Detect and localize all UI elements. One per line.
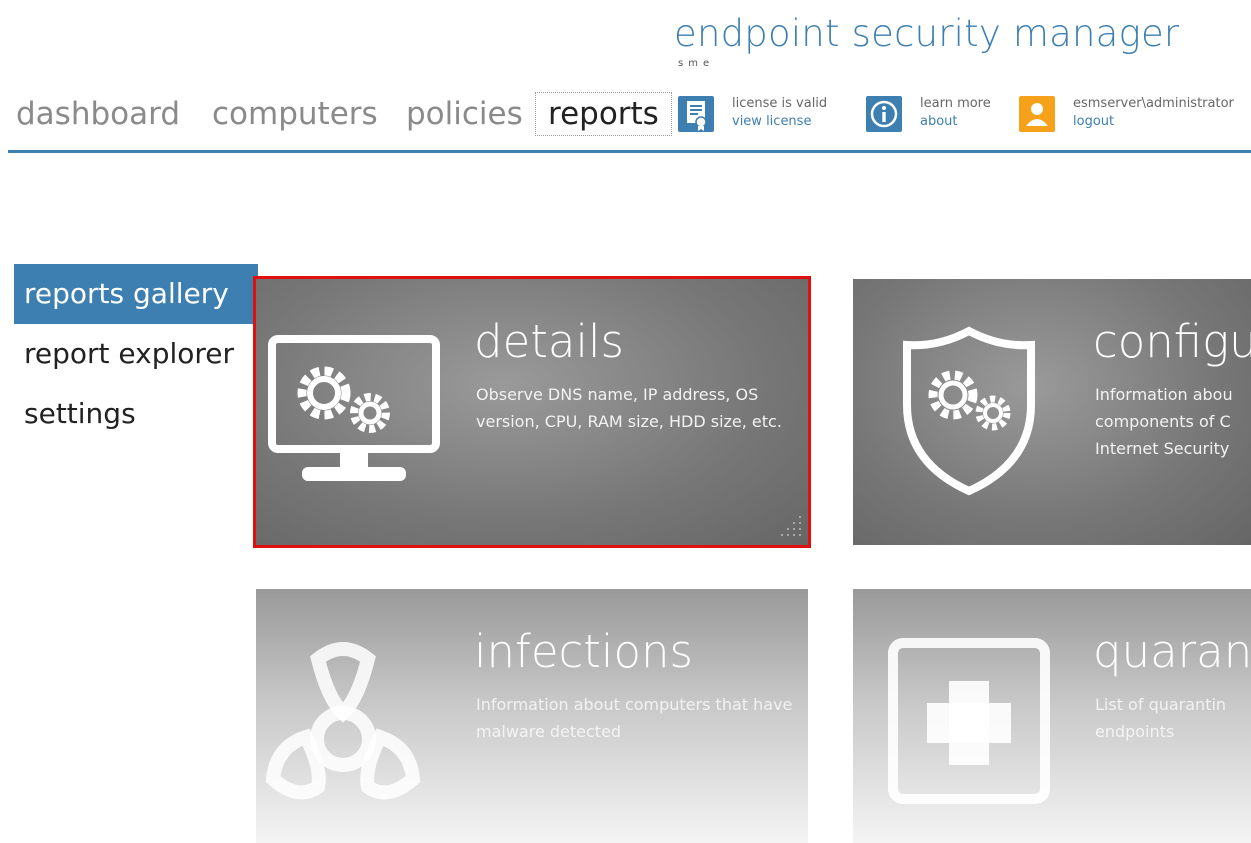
learn-more-text: learn more: [920, 96, 991, 111]
username-text: esmserver\administrator: [1073, 96, 1234, 111]
view-license-link[interactable]: view license: [732, 113, 827, 131]
certificate-icon[interactable]: [678, 96, 714, 132]
medical-cross-icon: [888, 638, 1050, 804]
about-status: learn more about: [920, 95, 991, 131]
tile-title: configu: [1093, 315, 1251, 368]
biohazard-icon: [265, 642, 421, 800]
app-subtitle: sme: [678, 58, 715, 69]
tile-infections[interactable]: infections Information about computers t…: [256, 589, 808, 843]
header-divider: [8, 150, 1251, 153]
nav-reports[interactable]: reports: [535, 92, 672, 136]
tile-title: quarant: [1093, 625, 1251, 678]
tile-description: List of quarantin endpoints: [1095, 695, 1227, 741]
tile-description: Information about computers that have ma…: [476, 695, 793, 741]
sidebar-item-report-explorer[interactable]: report explorer: [14, 324, 258, 384]
tile-description: Information abou components of C Interne…: [1095, 385, 1233, 458]
user-icon[interactable]: [1019, 96, 1055, 132]
tile-configuration[interactable]: configu Information abou components of C…: [853, 279, 1251, 545]
license-text: license is valid: [732, 96, 828, 111]
app-title: endpoint security manager: [674, 12, 1180, 55]
tile-quarantine[interactable]: quarant List of quarantin endpoints: [853, 589, 1251, 843]
sidebar: reports gallery report explorer settings: [14, 264, 258, 444]
user-status: esmserver\administrator logout: [1073, 95, 1234, 131]
nav-policies[interactable]: policies: [406, 93, 523, 135]
tile-title: infections: [474, 625, 693, 678]
info-icon[interactable]: [866, 96, 902, 132]
nav-computers[interactable]: computers: [212, 93, 378, 135]
logout-link[interactable]: logout: [1073, 113, 1234, 131]
about-link[interactable]: about: [920, 113, 991, 131]
selection-highlight: [253, 276, 811, 548]
sidebar-item-reports-gallery[interactable]: reports gallery: [14, 264, 258, 324]
nav-dashboard[interactable]: dashboard: [16, 93, 180, 135]
shield-gears-icon: [903, 326, 1035, 496]
sidebar-item-settings[interactable]: settings: [14, 384, 258, 444]
license-status: license is valid view license: [732, 95, 827, 131]
